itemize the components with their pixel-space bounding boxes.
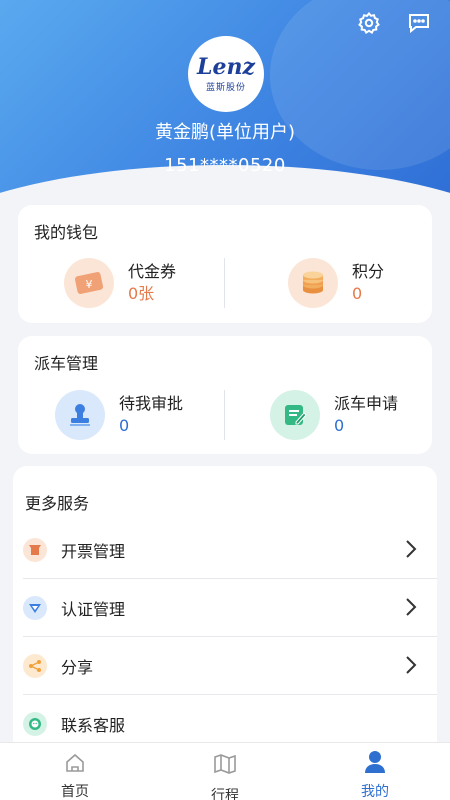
service-item-verify[interactable]: 认证管理 [13, 579, 437, 636]
dispatch-title: 派车管理 [34, 354, 99, 373]
bottom-tab-bar: 首页 行程 我的 [0, 742, 450, 800]
message-icon[interactable] [406, 10, 432, 36]
service-label: 认证管理 [61, 599, 126, 619]
divider [224, 258, 225, 308]
points-label: 积分 [352, 262, 385, 281]
chevron-right-icon [406, 540, 417, 558]
voucher-value: 0张 [128, 284, 155, 303]
wallet-card: 我的钱包 ¥ 代金券 0张 积分 0 [18, 205, 432, 323]
voucher-item[interactable]: ¥ 代金券 0张 [64, 258, 176, 308]
ticket-icon: ¥ [64, 258, 114, 308]
service-label: 分享 [61, 657, 94, 677]
verify-icon [23, 595, 47, 620]
services-title: 更多服务 [25, 494, 90, 513]
dispatch-request-label: 派车申请 [334, 394, 399, 413]
stamp-icon [55, 390, 105, 440]
home-icon [66, 753, 84, 772]
pending-approval-value: 0 [119, 416, 130, 435]
dispatch-card: 派车管理 待我审批 0 派车申请 0 [18, 336, 432, 454]
user-name: 黄金鹏(单位用户) [154, 122, 296, 143]
dispatch-request-value: 0 [334, 416, 345, 435]
tab-trips[interactable]: 行程 [185, 743, 265, 800]
points-value: 0 [352, 284, 363, 303]
chevron-right-icon [406, 656, 417, 674]
tab-label: 首页 [61, 784, 89, 800]
coins-icon [288, 258, 338, 308]
customer-service-icon [23, 711, 47, 736]
avatar[interactable]: Lenz 蓝斯股份 [188, 36, 264, 112]
share-icon [23, 653, 47, 678]
svg-text:¥: ¥ [86, 278, 93, 291]
invoice-icon [23, 537, 47, 562]
profile-header: Lenz 蓝斯股份 黄金鹏(单位用户) 151****0520 [0, 0, 450, 200]
services-card: 更多服务 开票管理 认证管理 分享 联系客服 [13, 466, 437, 756]
tab-home[interactable]: 首页 [35, 743, 115, 800]
service-label: 开票管理 [61, 541, 126, 561]
gear-icon[interactable] [356, 10, 382, 36]
tab-mine[interactable]: 我的 [335, 743, 415, 800]
pending-approval-label: 待我审批 [119, 394, 184, 413]
pending-approval-item[interactable]: 待我审批 0 [55, 390, 183, 440]
voucher-label: 代金券 [128, 262, 177, 281]
service-label: 联系客服 [61, 715, 126, 735]
divider [224, 390, 225, 440]
tab-label: 行程 [211, 788, 239, 800]
logo-subtitle: 蓝斯股份 [205, 82, 246, 93]
service-item-share[interactable]: 分享 [13, 637, 437, 694]
points-item[interactable]: 积分 0 [288, 258, 384, 308]
user-phone: 151****0520 [164, 155, 286, 176]
dispatch-request-item[interactable]: 派车申请 0 [270, 390, 398, 440]
chevron-right-icon [406, 598, 417, 616]
map-icon [214, 754, 236, 774]
wallet-title: 我的钱包 [34, 223, 99, 242]
company-logo: Lenz [197, 53, 255, 80]
tab-label: 我的 [361, 784, 389, 800]
service-item-invoice[interactable]: 开票管理 [13, 521, 437, 578]
form-icon [270, 390, 320, 440]
user-icon [365, 751, 385, 773]
